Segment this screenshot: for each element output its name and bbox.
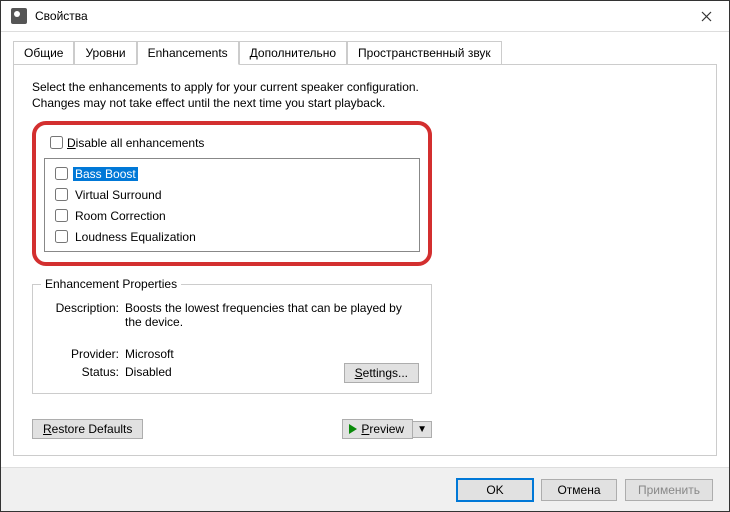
virtual-surround-label: Virtual Surround (73, 188, 164, 202)
restore-defaults-button[interactable]: Restore Defaults (32, 419, 143, 439)
cancel-button[interactable]: Отмена (541, 479, 617, 501)
disable-all-checkbox-row[interactable]: Disable all enhancements (46, 133, 420, 152)
room-correction-label: Room Correction (73, 209, 168, 223)
close-icon (701, 11, 712, 22)
tab-enhancements[interactable]: Enhancements (137, 41, 239, 65)
ok-button[interactable]: OK (457, 479, 533, 501)
preview-dropdown-button[interactable]: ▼ (413, 421, 432, 438)
enhancement-properties-legend: Enhancement Properties (41, 277, 181, 291)
loudness-eq-label: Loudness Equalization (73, 230, 198, 244)
window-title: Свойства (35, 9, 684, 23)
enhancement-item-room-correction[interactable]: Room Correction (49, 205, 415, 226)
disable-all-label: Disable all enhancements (67, 136, 204, 150)
speaker-icon (11, 8, 27, 24)
virtual-surround-checkbox[interactable] (55, 188, 68, 201)
apply-button[interactable]: Применить (625, 479, 713, 501)
prop-provider-label: Provider: (45, 347, 125, 361)
prop-provider-value: Microsoft (125, 347, 419, 361)
close-button[interactable] (684, 1, 729, 32)
tab-advanced[interactable]: Дополнительно (239, 41, 347, 65)
tab-spatial[interactable]: Пространственный звук (347, 41, 502, 65)
tab-panel-enhancements: Select the enhancements to apply for you… (13, 64, 717, 456)
titlebar: Свойства (1, 1, 729, 32)
loudness-eq-checkbox[interactable] (55, 230, 68, 243)
play-icon (349, 424, 357, 434)
action-row: Restore Defaults Preview ▼ (32, 419, 432, 439)
enhancement-properties-group: Enhancement Properties Description: Boos… (32, 284, 432, 394)
prop-description-label: Description: (45, 301, 125, 329)
properties-window: Свойства Общие Уровни Enhancements Допол… (0, 0, 730, 512)
dialog-footer: OK Отмена Применить (1, 467, 729, 511)
enhancement-item-loudness-eq[interactable]: Loudness Equalization (49, 226, 415, 247)
bass-boost-label: Bass Boost (73, 167, 138, 181)
tab-strip: Общие Уровни Enhancements Дополнительно … (1, 32, 729, 64)
prop-status-label: Status: (45, 365, 125, 379)
tab-general[interactable]: Общие (13, 41, 74, 65)
highlight-annotation: Disable all enhancements Bass Boost Virt… (32, 121, 432, 266)
preview-button[interactable]: Preview (342, 419, 413, 439)
preview-button-group: Preview ▼ (342, 419, 432, 439)
prop-description-value: Boosts the lowest frequencies that can b… (125, 301, 419, 329)
enhancement-item-virtual-surround[interactable]: Virtual Surround (49, 184, 415, 205)
settings-button[interactable]: Settings... (344, 363, 419, 383)
room-correction-checkbox[interactable] (55, 209, 68, 222)
enhancements-list[interactable]: Bass Boost Virtual Surround Room Correct… (44, 158, 420, 252)
disable-all-checkbox[interactable] (50, 136, 63, 149)
bass-boost-checkbox[interactable] (55, 167, 68, 180)
enhancement-item-bass-boost[interactable]: Bass Boost (49, 163, 415, 184)
tab-levels[interactable]: Уровни (74, 41, 136, 65)
enhancements-description: Select the enhancements to apply for you… (32, 79, 452, 111)
